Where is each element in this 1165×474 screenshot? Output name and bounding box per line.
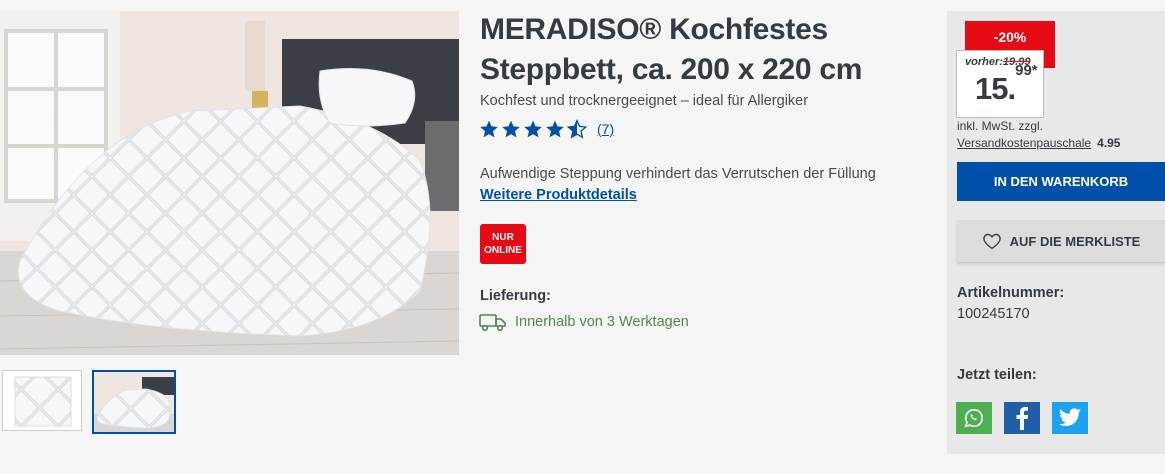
shipping-amount: 4.95 — [1097, 136, 1121, 150]
add-to-wishlist-button[interactable]: AUF DIE MERKLISTE — [957, 220, 1165, 262]
add-to-cart-button[interactable]: IN DEN WARENKORB — [957, 162, 1165, 201]
current-price: 15.99* — [975, 62, 1038, 107]
price-box: vorher:19.99 15.99* — [956, 50, 1044, 118]
facebook-icon — [1016, 407, 1028, 430]
rating-count-link[interactable]: (7) — [597, 121, 614, 137]
online-only-badge: NUR ONLINE — [480, 224, 526, 264]
article-number-label: Artikelnummer: — [957, 285, 1065, 301]
quilt-thumbnail-image — [3, 371, 81, 430]
product-feature: Aufwendige Steppung verhindert das Verru… — [480, 166, 876, 182]
bedroom-scene-image — [0, 11, 459, 355]
thumbnail-gallery — [2, 370, 176, 434]
badge-line-2: ONLINE — [484, 245, 522, 256]
price-main: 15. — [975, 71, 1016, 106]
bedroom-thumbnail-image — [94, 372, 174, 432]
share-buttons — [956, 402, 1088, 434]
delivery-info: Innerhalb von 3 Werktagen — [479, 312, 689, 332]
twitter-icon — [1059, 408, 1081, 427]
vat-note: inkl. MwSt. zzgl. — [957, 119, 1044, 133]
star-icon — [524, 120, 542, 138]
product-details-link[interactable]: Weitere Produktdetails — [480, 187, 637, 203]
star-icon — [502, 120, 520, 138]
delivery-label: Lieferung: — [480, 288, 551, 304]
shipping-info: Versandkostenpauschale 4.95 — [957, 136, 1120, 150]
delivery-time: Innerhalb von 3 Werktagen — [515, 314, 689, 330]
shipping-cost-link[interactable]: Versandkostenpauschale — [957, 136, 1091, 150]
badge-line-1: NUR — [492, 232, 514, 243]
wishlist-label: AUF DIE MERKLISTE — [1009, 233, 1141, 249]
share-facebook-button[interactable] — [1004, 402, 1040, 434]
product-title: MERADISO® Kochfestes Steppbett, ca. 200 … — [480, 13, 863, 86]
product-subtitle: Kochfest und trocknergeeignet – ideal fü… — [480, 93, 809, 109]
product-rating[interactable]: (7) — [479, 119, 614, 139]
heart-icon — [982, 233, 1001, 250]
truck-icon — [479, 314, 506, 332]
star-icon — [480, 120, 498, 138]
thumbnail-bedroom[interactable] — [92, 370, 176, 434]
star-icon — [546, 120, 564, 138]
share-twitter-button[interactable] — [1052, 402, 1088, 434]
article-number: 100245170 — [957, 306, 1030, 322]
product-main-image[interactable] — [0, 11, 459, 355]
star-half-icon — [567, 119, 587, 139]
share-whatsapp-button[interactable] — [956, 402, 992, 434]
whatsapp-icon — [964, 408, 984, 428]
old-price-label: vorher: — [965, 56, 1003, 68]
share-label: Jetzt teilen: — [957, 367, 1037, 383]
thumbnail-quilt[interactable] — [2, 370, 82, 431]
price-cents: 99* — [1015, 61, 1038, 79]
